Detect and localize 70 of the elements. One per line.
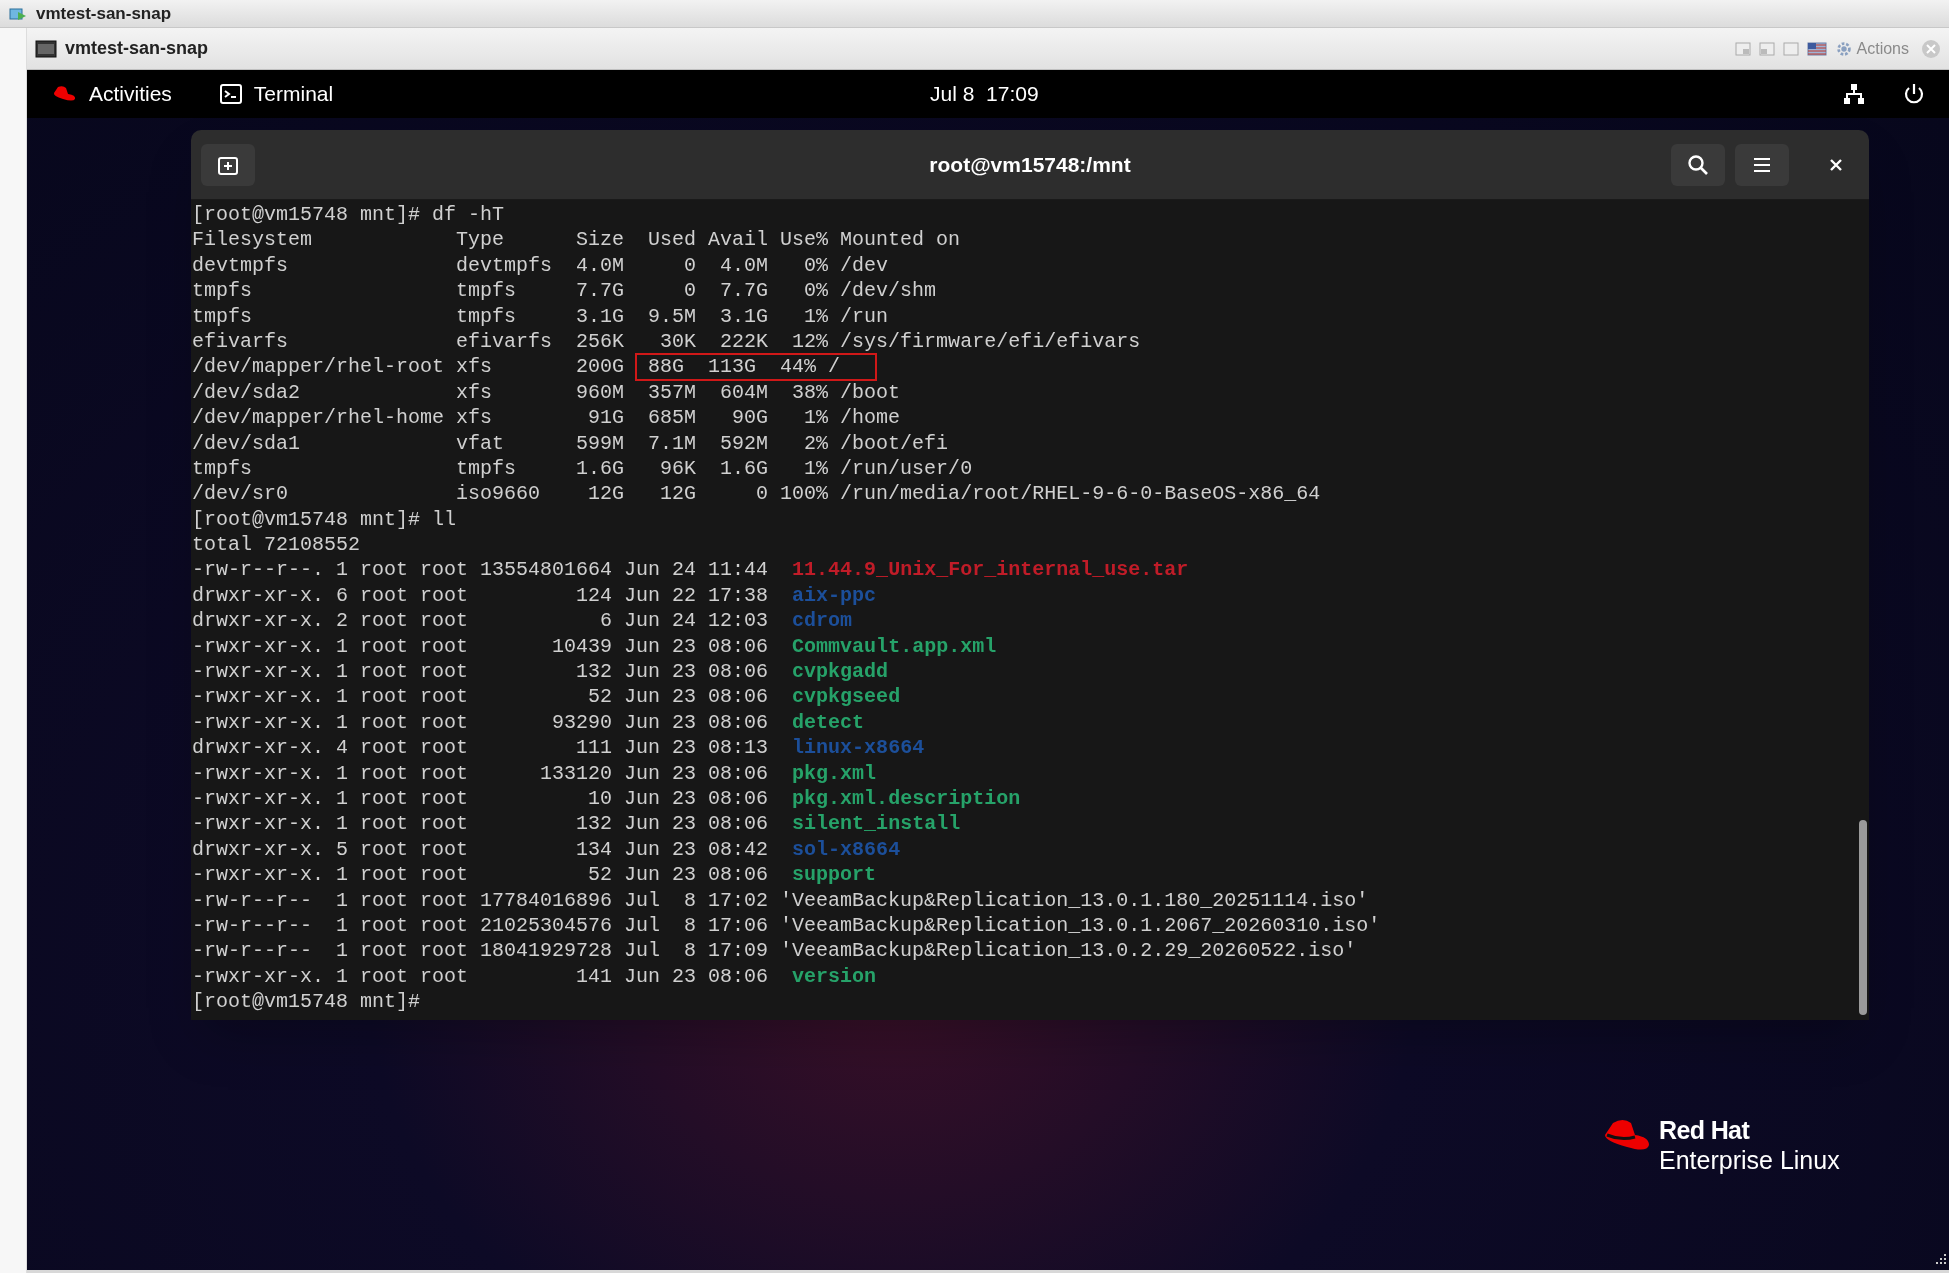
logo-text: Red Hat [1659, 1115, 1751, 1145]
resize-grip-icon[interactable] [1933, 1252, 1947, 1266]
window-title: vmtest-san-snap [65, 37, 209, 60]
directory-name: sol-x8664 [792, 836, 901, 863]
terminal-line: tmpfs tmpfs 7.7G 0 7.7G 0% /dev/shm [192, 278, 937, 304]
terminal-line: -rw-r--r-- 1 root root 17784016896 Jul 8 17:02 'VeeamBackup&Replication_13.0.1.180_20251114.iso' [192, 887, 1369, 913]
terminal-line: /dev/sda2 xfs 960M 357M 604M 38% /boot [192, 379, 901, 406]
terminal-text: drwxr-xr-x. 4 root root 111 Jun 23 08:13 [192, 735, 770, 761]
file-name: pkg.xml [792, 760, 877, 786]
file-name: 11.44.9_Unix_For_internal_use.tar [792, 557, 1189, 583]
file-name: support [792, 862, 877, 888]
clock[interactable]: Jul 8 17:09 [930, 78, 1039, 110]
power-icon[interactable] [1903, 83, 1925, 105]
search-button[interactable] [1671, 143, 1725, 186]
gear-icon [1834, 39, 1853, 58]
terminal-text: -rwxr-xr-x. 1 root root 132 Jun 23 08:06 [192, 811, 770, 837]
terminal-line: [root@vm15748 mnt]# ll [192, 506, 457, 533]
file-name: pkg.xml.description [792, 786, 1021, 812]
terminal-text: drwxr-xr-x. 2 root root 6 Jun 24 12:03 [192, 608, 770, 634]
terminal-line: tmpfs tmpfs 3.1G 9.5M 3.1G 1% /run [192, 303, 889, 329]
terminal-line: /dev/mapper/rhel-home xfs 91G 685M 90G 1% /home [192, 405, 901, 431]
terminal-icon [219, 84, 242, 104]
terminal-text: -rwxr-xr-x. 1 root root 52 Jun 23 08:06 [192, 684, 770, 710]
terminal-line: [root@vm15748 mnt]# df -hT [192, 202, 505, 228]
terminal-line: Filesystem Type Size Used Avail Use% Mounted on [192, 227, 961, 253]
file-name: Commvault.app.xml [792, 633, 997, 660]
terminal-line: -rw-r--r-- 1 root root 21025304576 Jul 8 17:06 'VeeamBackup&Replication_13.0.1.2067_20260310.iso' [192, 912, 1381, 939]
terminal-text: /dev/mapper/rhel-root xfs 200G [192, 354, 626, 380]
scrollbar-thumb[interactable] [1859, 820, 1867, 1015]
terminal-text: drwxr-xr-x. 6 root root 124 Jun 22 17:38 [192, 582, 770, 609]
keyboard-icon[interactable] [1806, 41, 1827, 56]
terminal-text: -rwxr-xr-x. 1 root root 141 Jun 23 08:06 [192, 963, 770, 990]
close-icon [1829, 157, 1843, 172]
new-tab-button[interactable] [201, 143, 255, 186]
console-icon [35, 39, 57, 58]
search-icon [1687, 153, 1709, 176]
file-name: detect [792, 709, 865, 736]
terminal-line: total 72108552 [192, 532, 361, 558]
terminal-line: /dev/sda1 vfat 599M 7.1M 592M 2% /boot/efi [192, 430, 949, 456]
window-title: root@vm15748:/mnt [929, 151, 1131, 178]
terminal-line: tmpfs tmpfs 1.6G 96K 1.6G 1% /run/user/0 [192, 455, 973, 482]
terminal-line: efivarfs efivarfs 256K 30K 222K 12% /sys/firmware/efi/efivars [192, 328, 1141, 355]
directory-name: cdrom [792, 608, 853, 634]
window-title: vmtest-san-snap [36, 2, 172, 25]
file-name: silent_install [792, 811, 961, 837]
terminal-text: -rw-r--r--. 1 root root 13554801664 Jun 24 11:44 [192, 557, 770, 583]
file-name: version [792, 963, 877, 990]
menu-icon [1753, 156, 1771, 173]
directory-name: aix-ppc [792, 582, 877, 609]
highlighted-text: 88G 113G 44% / [636, 354, 877, 380]
logo-text: Enterprise Linux [1659, 1145, 1840, 1175]
terminal-text: -rwxr-xr-x. 1 root root 93290 Jun 23 08:06 [192, 709, 770, 736]
menu-button[interactable] [1735, 143, 1789, 186]
terminal-text: -rwxr-xr-x. 1 root root 132 Jun 23 08:06 [192, 659, 770, 685]
activities-button[interactable]: Activities [51, 78, 172, 110]
network-icon[interactable] [1843, 83, 1865, 105]
file-name: cvpkgadd [792, 659, 889, 685]
terminal-text: drwxr-xr-x. 5 root root 134 Jun 23 08:42 [192, 836, 770, 863]
directory-name: linux-x8664 [792, 735, 925, 761]
terminal-line: -rw-r--r-- 1 root root 18041929728 Jul 8 17:09 'VeeamBackup&Replication_13.0.2.29_20260522.iso' [192, 938, 1357, 964]
terminal-line: devtmpfs devtmpfs 4.0M 0 4.0M 0% /dev [192, 252, 889, 279]
terminal-line: [root@vm15748 mnt]# [192, 989, 421, 1015]
hat-icon [51, 85, 77, 103]
file-name: cvpkgseed [792, 684, 901, 710]
app-menu-button[interactable]: Terminal [219, 78, 334, 110]
terminal-text: -rwxr-xr-x. 1 root root 10439 Jun 23 08:06 [192, 633, 770, 660]
terminal-text: -rwxr-xr-x. 1 root root 52 Jun 23 08:06 [192, 862, 770, 888]
terminal-line: /dev/sr0 iso9660 12G 12G 0 100% /run/media/root/RHEL-9-6-0-BaseOS-x86_64 [192, 481, 1321, 507]
terminal-text: -rwxr-xr-x. 1 root root 10 Jun 23 08:06 [192, 786, 770, 812]
terminal-text: -rwxr-xr-x. 1 root root 133120 Jun 23 08:06 [192, 760, 770, 786]
